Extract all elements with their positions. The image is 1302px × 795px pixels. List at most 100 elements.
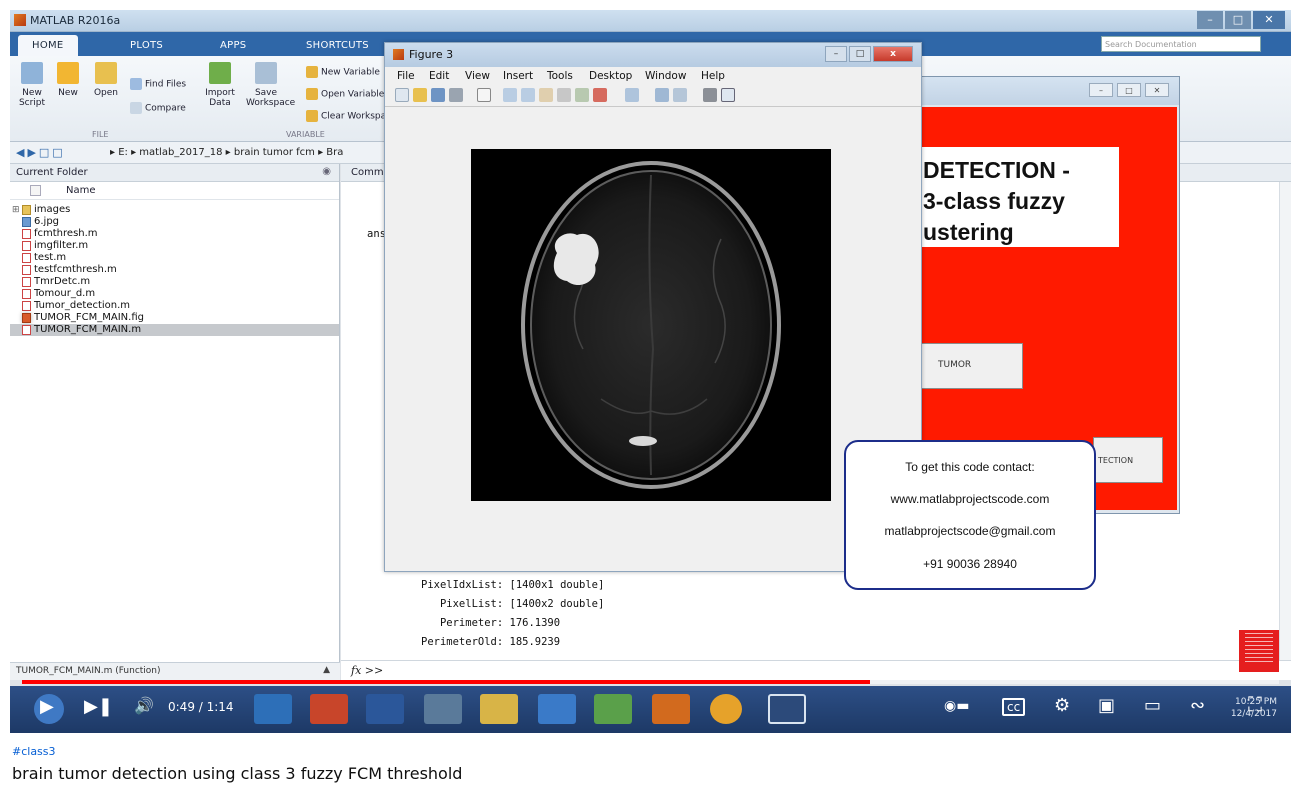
list-item[interactable]: Tomour_d.m xyxy=(10,288,339,300)
list-item[interactable]: fcmthresh.m xyxy=(10,228,339,240)
video-progress-bar[interactable] xyxy=(22,680,1279,684)
file-name: TmrDetc.m xyxy=(34,276,91,287)
brush-icon[interactable] xyxy=(593,88,607,102)
figure-close-button[interactable]: x xyxy=(873,46,913,62)
open-file-icon[interactable] xyxy=(413,88,427,102)
cast-icon[interactable]: ∾ xyxy=(1190,695,1205,716)
menu-desktop[interactable]: Desktop xyxy=(589,70,632,82)
import-data-button[interactable]: Import Data xyxy=(200,62,240,108)
save-workspace-button[interactable]: Save Workspace xyxy=(246,62,295,108)
new-script-button[interactable]: New Script xyxy=(12,62,52,108)
maximize-icon[interactable]: □ xyxy=(1117,83,1141,97)
autoplay-toggle-icon[interactable]: ◉▬ xyxy=(944,698,969,714)
zoom-out-icon[interactable] xyxy=(521,88,535,102)
menu-tools[interactable]: Tools xyxy=(547,70,573,82)
list-item[interactable]: testfcmthresh.m xyxy=(10,264,339,276)
ribbon-group-variable: VARIABLE xyxy=(286,130,325,139)
maximize-icon[interactable]: □ xyxy=(1225,11,1251,29)
rotate-icon[interactable] xyxy=(557,88,571,102)
list-item[interactable]: test.m xyxy=(10,252,339,264)
open-button[interactable]: Open xyxy=(86,62,126,98)
tab-shortcuts[interactable]: SHORTCUTS xyxy=(292,35,383,56)
video-hashtag-link[interactable]: #class3 xyxy=(12,745,56,758)
menu-insert[interactable]: Insert xyxy=(503,70,533,82)
legend-icon[interactable] xyxy=(673,88,687,102)
compare-button[interactable]: Compare xyxy=(130,102,186,114)
captions-icon[interactable]: cc xyxy=(1002,698,1026,716)
player-controls: ▶ ▶❚ 🔊 0:49 / 1:14 ◉▬ cc ⚙ ▣ ▭ ∾ ⛶ 10:25… xyxy=(10,686,1291,733)
next-icon[interactable]: ▶❚ xyxy=(84,696,113,717)
close-icon[interactable]: ✕ xyxy=(1253,11,1285,29)
new-variable-button[interactable]: New Variable xyxy=(306,66,380,78)
tumor-button[interactable]: TUMOR xyxy=(917,343,1023,389)
menu-edit[interactable]: Edit xyxy=(429,70,449,82)
minimize-icon[interactable]: – xyxy=(1197,11,1223,29)
minimize-icon[interactable]: – xyxy=(825,46,847,62)
search-documentation-input[interactable]: Search Documentation xyxy=(1101,36,1261,52)
m-file-icon xyxy=(22,289,31,299)
maximize-icon[interactable]: □ xyxy=(849,46,871,62)
list-item[interactable]: 6.jpg xyxy=(10,216,339,228)
tab-apps[interactable]: APPS xyxy=(206,35,260,56)
list-item[interactable]: Tumor_detection.m xyxy=(10,300,339,312)
file-name: Tomour_d.m xyxy=(34,288,96,299)
minimize-icon[interactable]: – xyxy=(1089,83,1113,97)
tab-home[interactable]: HOME xyxy=(18,35,78,56)
file-name: testfcmthresh.m xyxy=(34,264,117,275)
settings-gear-icon[interactable]: ⚙ xyxy=(1054,695,1070,716)
command-prompt[interactable]: fx >> xyxy=(341,660,1291,680)
command-scrollbar[interactable] xyxy=(1279,182,1291,660)
open-variable-button[interactable]: Open Variable xyxy=(306,88,384,100)
zoom-in-icon[interactable] xyxy=(503,88,517,102)
print-icon[interactable] xyxy=(449,88,463,102)
hide-plot-tools-icon[interactable] xyxy=(703,88,717,102)
play-icon[interactable]: ▶ xyxy=(40,696,54,717)
contact-line: To get this code contact: xyxy=(905,460,1035,474)
caret-up-icon[interactable]: ▲ xyxy=(323,665,330,675)
menu-file[interactable]: File xyxy=(397,70,415,82)
show-plot-tools-icon[interactable] xyxy=(721,88,735,102)
explorer-taskbar-icon xyxy=(480,694,518,724)
figure-canvas[interactable] xyxy=(391,109,915,566)
m-file-icon xyxy=(22,325,31,335)
find-files-button[interactable]: Find Files xyxy=(130,78,186,90)
current-folder-header: Current Folder ◉ xyxy=(10,164,339,182)
new-button[interactable]: New xyxy=(48,62,88,98)
expand-icon[interactable]: ⊞ xyxy=(12,204,20,216)
detection-button[interactable]: TECTION xyxy=(1093,437,1163,483)
clear-workspace-button[interactable]: Clear Workspace xyxy=(306,110,397,122)
breadcrumb[interactable]: ▸ E: ▸ matlab_2017_18 ▸ brain tumor fcm … xyxy=(110,147,343,158)
colorbar-icon[interactable] xyxy=(655,88,669,102)
list-item[interactable]: ⊞ images xyxy=(10,204,339,216)
select-all-checkbox[interactable] xyxy=(30,185,41,196)
list-item[interactable]: TUMOR_FCM_MAIN.m xyxy=(10,324,339,336)
menu-window[interactable]: Window xyxy=(645,70,686,82)
file-name: images xyxy=(34,204,71,215)
menu-help[interactable]: Help xyxy=(701,70,725,82)
theater-mode-icon[interactable]: ▭ xyxy=(1144,695,1161,716)
figure-title-bar: Figure 3 – □ x xyxy=(385,43,921,67)
miniplayer-icon[interactable]: ▣ xyxy=(1098,695,1115,716)
pan-icon[interactable] xyxy=(539,88,553,102)
tab-plots[interactable]: PLOTS xyxy=(116,35,177,56)
volume-icon[interactable]: 🔊 xyxy=(134,696,154,715)
data-cursor-icon[interactable] xyxy=(575,88,589,102)
nav-arrows-icon[interactable]: ◀▶□□ xyxy=(16,146,66,159)
save-icon[interactable] xyxy=(431,88,445,102)
list-item[interactable]: imgfilter.m xyxy=(10,240,339,252)
powerpoint-taskbar-icon xyxy=(310,694,348,724)
new-variable-icon xyxy=(306,66,318,78)
link-plot-icon[interactable] xyxy=(625,88,639,102)
list-item[interactable]: TUMOR_FCM_MAIN.fig xyxy=(10,312,339,324)
menu-view[interactable]: View xyxy=(465,70,490,82)
close-icon[interactable]: ✕ xyxy=(1145,83,1169,97)
panel-menu-icon[interactable]: ◉ xyxy=(322,166,331,177)
figure-menu-bar: File Edit View Insert Tools Desktop Wind… xyxy=(385,67,921,85)
pointer-icon[interactable] xyxy=(477,88,491,102)
compare-icon xyxy=(130,102,142,114)
list-item[interactable]: TmrDetc.m xyxy=(10,276,339,288)
video-player[interactable]: MATLAB R2016a – □ ✕ HOME PLOTS APPS SHOR… xyxy=(10,10,1291,733)
name-column-header[interactable]: Name xyxy=(10,182,339,200)
new-figure-icon[interactable] xyxy=(395,88,409,102)
contact-email: matlabprojectscode@gmail.com xyxy=(884,524,1056,538)
